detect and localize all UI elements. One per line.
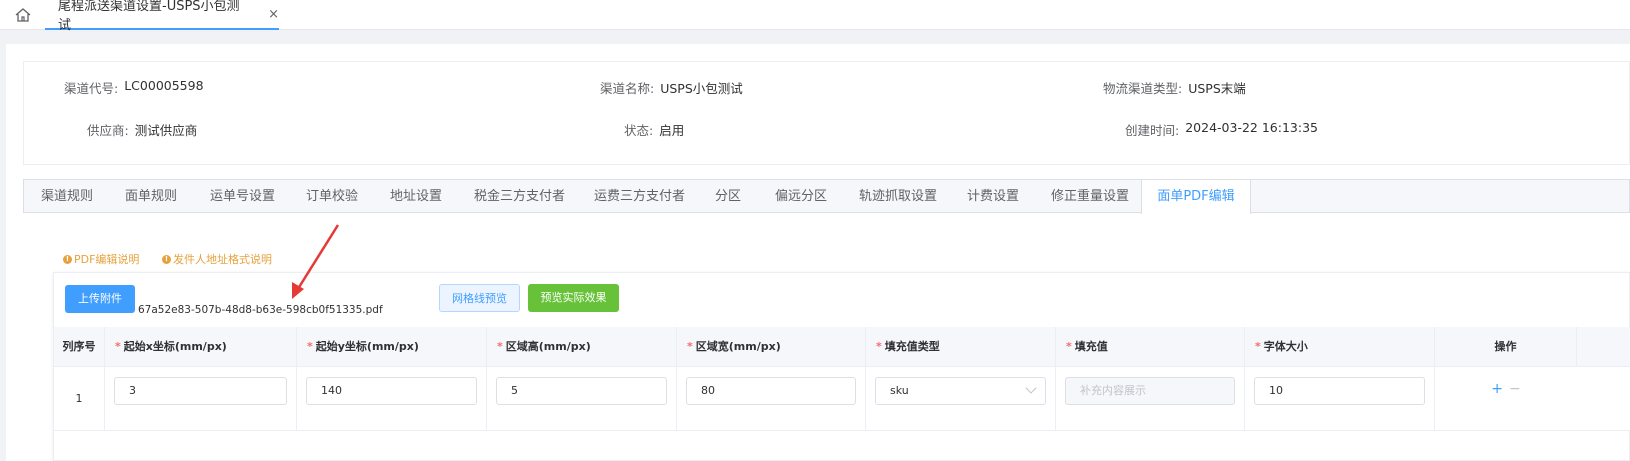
area-height-input[interactable]: 5 [496,377,667,405]
annotation-arrow-icon [292,224,340,299]
tab-channel-rules[interactable]: 渠道规则 [41,180,93,213]
info-created-time: 创建时间: 2024-03-22 16:13:35 [1125,120,1318,139]
header-index-label: 列序号 [62,340,96,353]
cell-actions: + − [1435,367,1577,430]
tab-address-settings[interactable]: 地址设置 [390,180,442,213]
header-start-x: * 起始x坐标(mm/px) [105,327,297,366]
header-index: 列序号 [54,327,105,366]
tab-remote-zones[interactable]: 偏远分区 [775,180,827,213]
header-fill-value: * 填充值 [1056,327,1245,366]
chevron-down-icon [1025,382,1037,394]
home-icon[interactable] [12,6,34,24]
cell-fill-value: 补充内容展示 [1056,367,1245,430]
header-start-y-label: 起始y坐标(mm/px) [315,340,419,353]
info-value: 测试供应商 [134,123,198,138]
font-size-input[interactable]: 10 [1254,377,1425,405]
cell-start-y: 140 [297,367,487,430]
header-font-size-label: 字体大小 [1263,340,1308,353]
header-fill-type-label: 填充值类型 [884,340,940,353]
help-sender-address-label: 发件人地址格式说明 [173,253,272,266]
info-label: 渠道名称: [600,81,655,96]
tab-zones[interactable]: 分区 [715,180,741,213]
tab-waybill-settings[interactable]: 运单号设置 [210,180,275,213]
info-label: 创建时间: [1125,123,1180,138]
row-index: 1 [54,367,105,430]
start-x-input[interactable]: 3 [114,377,287,405]
info-value: 2024-03-22 16:13:35 [1185,120,1318,135]
uploaded-filename: 67a52e83-507b-48d8-b63e-598cb0f51335.pdf [138,304,383,316]
tab-pdf-edit[interactable]: 面单PDF编辑 [1141,180,1251,214]
tab-weight-correction[interactable]: 修正重量设置 [1051,180,1129,213]
info-label: 物流渠道类型: [1103,81,1183,96]
header-area-width-label: 区域宽(mm/px) [695,340,781,353]
top-tab-bar: 尾程派送渠道设置-USPS小包测试 × [0,0,1630,33]
area-width-input[interactable]: 80 [686,377,856,405]
info-label: 状态: [624,123,654,138]
cell-area-width: 80 [677,367,866,430]
info-supplier: 供应商: 测试供应商 [87,120,197,139]
actual-preview-button[interactable]: 预览实际效果 [528,284,619,312]
page-tab-usps[interactable]: 尾程派送渠道设置-USPS小包测试 × [45,0,279,33]
upload-attachment-button[interactable]: 上传附件 [65,285,135,313]
header-font-size: * 字体大小 [1245,327,1435,366]
tab-tracking-settings[interactable]: 轨迹抓取设置 [859,180,937,213]
info-label: 渠道代号: [64,81,119,96]
tab-order-validation[interactable]: 订单校验 [306,180,358,213]
info-status: 状态: 启用 [624,120,684,139]
start-y-input[interactable]: 140 [306,377,477,405]
header-fill-type: * 填充值类型 [866,327,1056,366]
header-start-y: * 起始y坐标(mm/px) [297,327,487,366]
info-value: USPS小包测试 [660,81,743,96]
info-value: USPS末端 [1188,81,1246,96]
info-value: LC00005598 [124,78,204,93]
fill-type-value: sku [890,384,909,397]
info-icon: ! [63,254,72,264]
tab-billing-settings[interactable]: 计费设置 [967,180,1019,213]
remove-row-icon[interactable]: − [1509,381,1521,397]
settings-tabs: 渠道规则 面单规则 运单号设置 订单校验 地址设置 税金三方支付者 运费三方支付… [23,179,1630,214]
header-actions: 操作 [1435,327,1577,366]
cell-area-height: 5 [487,367,677,430]
info-label: 供应商: [87,123,129,138]
header-area-height-label: 区域高(mm/px) [505,340,591,353]
cell-start-x: 3 [105,367,297,430]
grid-preview-button[interactable]: 网格线预览 [439,284,520,312]
page-tab-title: 尾程派送渠道设置-USPS小包测试 [58,0,240,33]
help-sender-address[interactable]: ! 发件人地址格式说明 [162,251,272,267]
fill-type-select[interactable]: sku [875,377,1046,405]
fill-value-input: 补充内容展示 [1065,377,1235,405]
info-value: 启用 [659,123,685,138]
cell-fill-type: sku [866,367,1056,430]
add-row-icon[interactable]: + [1491,381,1503,397]
info-icon: ! [162,254,171,264]
info-channel-type: 物流渠道类型: USPS末端 [1103,78,1246,97]
cell-font-size: 10 [1245,367,1435,430]
row-actions: + − [1435,381,1577,397]
info-channel-code: 渠道代号: LC00005598 [64,78,204,97]
header-start-x-label: 起始x坐标(mm/px) [123,340,227,353]
tab-label-rules[interactable]: 面单规则 [125,180,177,213]
close-icon[interactable]: × [268,7,279,22]
channel-info-card: 渠道代号: LC00005598 渠道名称: USPS小包测试 物流渠道类型: … [23,61,1630,165]
tab-freight-third-party[interactable]: 运费三方支付者 [594,180,685,213]
header-area-height: * 区域高(mm/px) [487,327,677,366]
help-pdf-edit-label: PDF编辑说明 [74,253,140,266]
header-area-width: * 区域宽(mm/px) [677,327,866,366]
info-channel-name: 渠道名称: USPS小包测试 [600,78,743,97]
tab-tax-third-party[interactable]: 税金三方支付者 [474,180,565,213]
help-pdf-edit[interactable]: ! PDF编辑说明 [63,251,139,267]
table-header: 列序号 * 起始x坐标(mm/px) * 起始y坐标(mm/px) * 区域高(mm/… [54,327,1630,367]
header-actions-label: 操作 [1494,340,1517,353]
header-fill-value-label: 填充值 [1074,340,1108,353]
table-row: 1 3 140 5 80 sku 补充内容展示 10 + − [54,367,1630,431]
